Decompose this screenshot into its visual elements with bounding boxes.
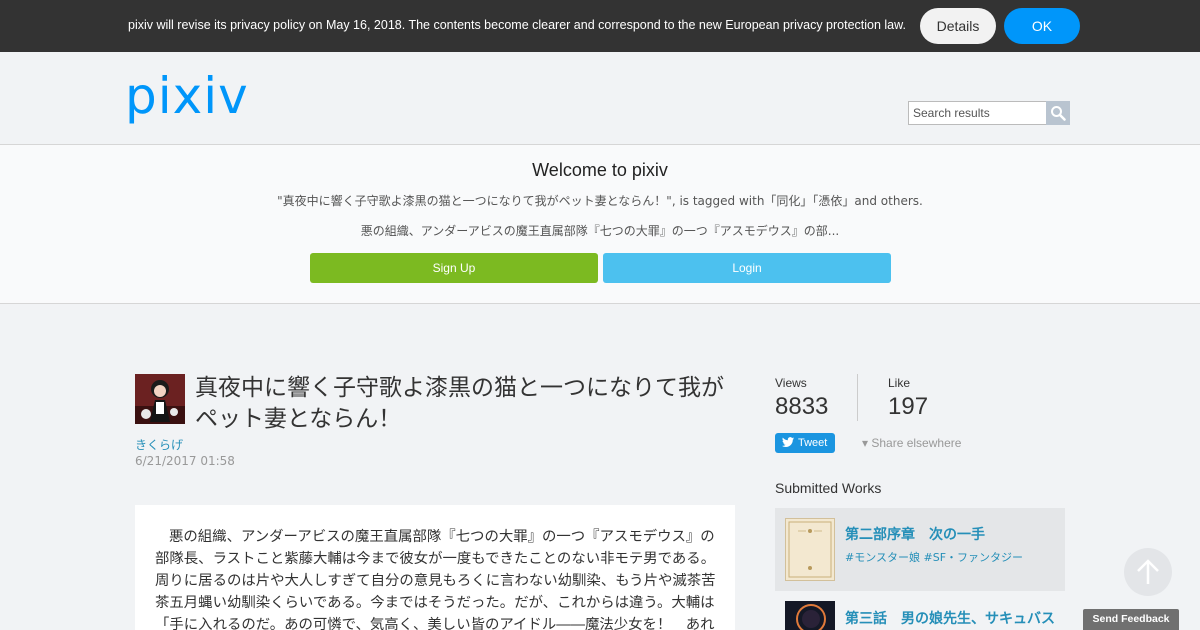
- work-thumbnail[interactable]: [785, 601, 835, 630]
- welcome-description: 悪の組織、アンダーアビスの魔王直属部隊『七つの大罪』の一つ『アスモデウス』の部.…: [360, 224, 840, 238]
- views-count: 8833: [775, 393, 829, 420]
- pixiv-logo[interactable]: pixiv: [125, 68, 249, 124]
- search-box: [908, 101, 1070, 125]
- work-thumbnail[interactable]: [785, 518, 835, 581]
- send-feedback-button[interactable]: Send Feedback: [1083, 609, 1179, 630]
- work-title-link[interactable]: 第三話 男の娘先生、サキュバス: [845, 608, 1055, 628]
- caption-box: 悪の組織、アンダーアビスの魔王直属部隊『七つの大罪』の一つ『アスモデウス』の部隊…: [135, 505, 735, 630]
- thumbnail-image: [786, 519, 834, 580]
- stats-divider: [857, 374, 858, 421]
- submitted-work-item[interactable]: 第二部序章 次の一手 #モンスター娘 #SF・ファンタジー: [775, 508, 1065, 591]
- site-header: pixiv: [0, 52, 1200, 145]
- work-title: 真夜中に響く子守歌よ漆黒の猫と一つになりて我がペット妻とならん！: [195, 375, 724, 432]
- scroll-to-top-button[interactable]: [1124, 548, 1172, 596]
- submitted-works-heading: Submitted Works: [775, 480, 882, 496]
- avatar-image: [135, 374, 185, 424]
- search-icon: [1051, 106, 1066, 121]
- author-avatar[interactable]: [135, 374, 185, 424]
- welcome-subtitle: "真夜中に響く子守歌よ漆黒の猫と一つになりて我がペット妻とならん！", is t…: [277, 194, 923, 208]
- tweet-label: Tweet: [798, 437, 828, 449]
- arrow-up-icon: [1137, 559, 1159, 584]
- tweet-button[interactable]: Tweet: [775, 433, 835, 453]
- views-label: Views: [775, 376, 807, 390]
- search-input[interactable]: [908, 101, 1047, 125]
- caption-text: 悪の組織、アンダーアビスの魔王直属部隊『七つの大罪』の一つ『アスモデウス』の部隊…: [155, 529, 716, 630]
- work-title-link[interactable]: 第二部序章 次の一手: [845, 524, 985, 544]
- search-button[interactable]: [1046, 101, 1070, 125]
- welcome-panel: Welcome to pixiv "真夜中に響く子守歌よ漆黒の猫と一つになりて我…: [0, 145, 1200, 304]
- details-button[interactable]: Details: [920, 8, 996, 44]
- share-elsewhere-link[interactable]: ▾ Share elsewhere: [862, 436, 961, 450]
- welcome-title: Welcome to pixiv: [532, 160, 668, 180]
- like-label: Like: [888, 376, 911, 390]
- login-button[interactable]: Login: [603, 253, 891, 283]
- privacy-banner: pixiv will revise its privacy policy on …: [0, 0, 1200, 52]
- submitted-work-item[interactable]: 第三話 男の娘先生、サキュバス: [775, 595, 1065, 630]
- work-tags[interactable]: #モンスター娘 #SF・ファンタジー: [845, 549, 1023, 565]
- author-name[interactable]: きくらげ: [135, 436, 183, 453]
- signup-button[interactable]: Sign Up: [310, 253, 598, 283]
- privacy-message: pixiv will revise its privacy policy on …: [128, 18, 906, 32]
- twitter-bird-icon: [782, 437, 794, 447]
- thumbnail-image: [785, 601, 835, 630]
- ok-button[interactable]: OK: [1004, 8, 1080, 44]
- post-date: 6/21/2017 01:58: [135, 454, 235, 468]
- like-count: 197: [888, 393, 929, 420]
